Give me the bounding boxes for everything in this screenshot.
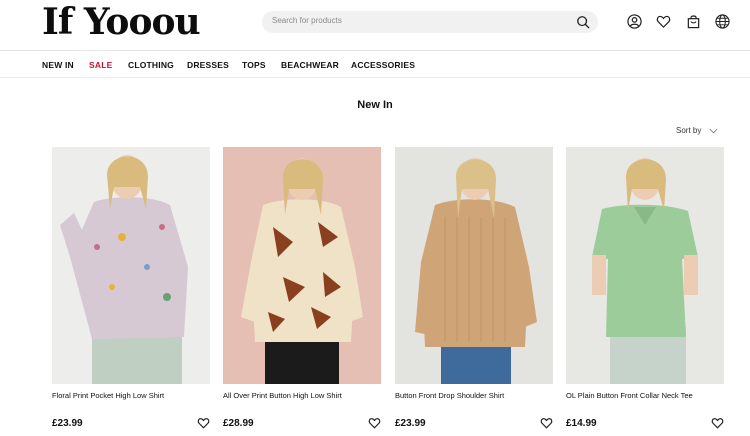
brand-logo[interactable]: If Yooou [42,0,201,44]
nav-item-new-in[interactable]: NEW IN [42,60,74,70]
search-bar[interactable]: Search for products [262,11,598,33]
search-icon[interactable] [576,15,590,29]
product-name[interactable]: All Over Print Button High Low Shirt [223,391,342,400]
product-price: £14.99 [566,418,597,429]
heart-icon[interactable] [711,417,724,429]
product-image[interactable] [52,147,210,384]
page-title: New In [357,99,393,111]
account-icon[interactable] [627,14,642,29]
main-nav: NEW IN SALE CLOTHING DRESSES TOPS BEACHW… [0,51,750,78]
heart-icon[interactable] [656,14,671,29]
product-price: £23.99 [52,418,83,429]
product-name[interactable]: Button Front Drop Shoulder Shirt [395,391,504,400]
model-photo [52,147,210,384]
bag-icon[interactable] [686,14,701,29]
search-input[interactable]: Search for products [272,16,342,25]
chevron-down-icon[interactable] [709,127,718,135]
product-image[interactable] [223,147,381,384]
nav-item-beachwear[interactable]: BEACHWEAR [281,60,339,70]
heart-icon[interactable] [540,417,553,429]
product-image[interactable] [566,147,724,384]
product-card[interactable]: All Over Print Button High Low Shirt £28… [223,147,381,429]
product-card[interactable]: Floral Print Pocket High Low Shirt £23.9… [52,147,210,429]
nav-item-tops[interactable]: TOPS [242,60,266,70]
nav-item-accessories[interactable]: ACCESSORIES [351,60,415,70]
product-price: £28.99 [223,418,254,429]
product-image[interactable] [395,147,553,384]
globe-icon[interactable] [715,14,730,29]
nav-item-dresses[interactable]: DRESSES [187,60,229,70]
model-photo [223,147,381,384]
heart-icon[interactable] [197,417,210,429]
model-photo [566,147,724,384]
nav-item-sale[interactable]: SALE [89,60,112,70]
product-name[interactable]: OL Plain Button Front Collar Neck Tee [566,391,693,400]
nav-item-clothing[interactable]: CLOTHING [128,60,174,70]
product-name[interactable]: Floral Print Pocket High Low Shirt [52,391,164,400]
site-header: If Yooou Search for products [0,0,750,51]
product-card[interactable]: OL Plain Button Front Collar Neck Tee £1… [566,147,724,429]
sort-dropdown[interactable]: Sort by [676,126,701,135]
model-photo [395,147,553,384]
product-card[interactable]: Button Front Drop Shoulder Shirt £23.99 [395,147,553,429]
product-price: £23.99 [395,418,426,429]
heart-icon[interactable] [368,417,381,429]
